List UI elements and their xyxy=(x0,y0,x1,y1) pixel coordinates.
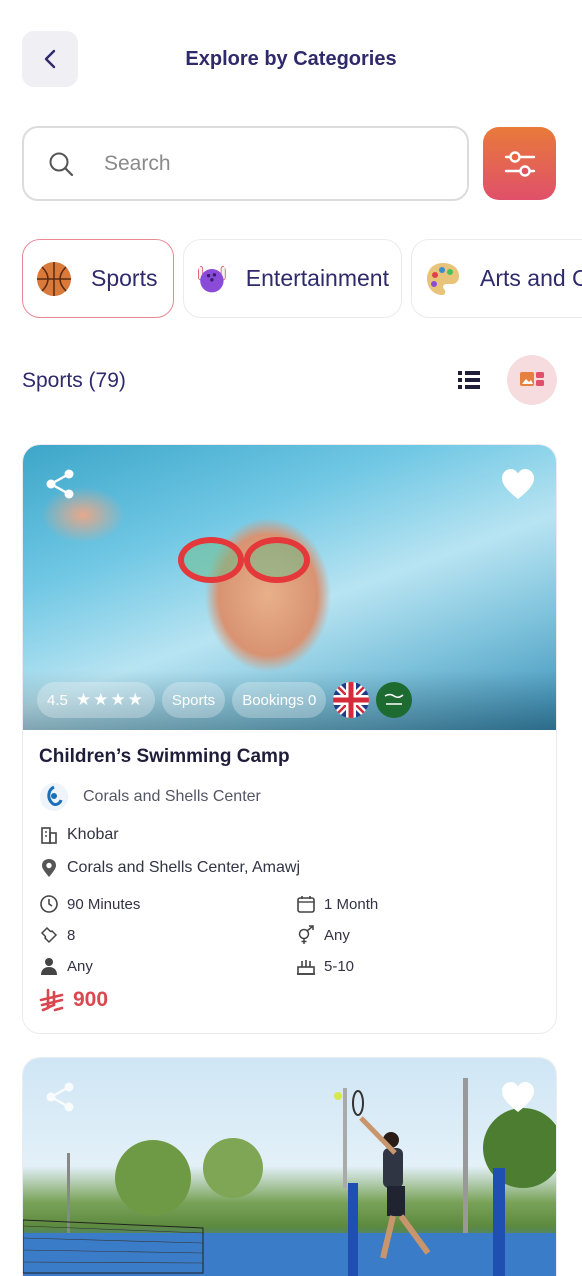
basketball-icon xyxy=(37,261,71,296)
location-text: Corals and Shells Center, Amawj xyxy=(67,859,300,876)
provider-name: Corals and Shells Center xyxy=(83,788,261,805)
riyal-symbol-icon xyxy=(39,988,64,1012)
person-icon xyxy=(41,958,57,975)
card-body: Children’s Swimming Camp Corals and Shel… xyxy=(23,730,556,1012)
activity-card[interactable]: 4.5 ★★★★ Sports Bookings 0 Children’s Sw… xyxy=(22,444,557,1034)
duration-item: 90 Minutes xyxy=(39,894,296,914)
list-view-icon[interactable] xyxy=(456,367,482,393)
category-chip-entertainment[interactable]: Entertainment xyxy=(183,239,402,318)
share-icon[interactable] xyxy=(43,1080,77,1114)
filter-button[interactable] xyxy=(483,127,556,200)
ticket-icon xyxy=(40,926,58,944)
provider[interactable]: Corals and Shells Center xyxy=(39,782,540,812)
activity-image: 4.5 ★★★★ Sports Bookings 0 xyxy=(23,445,556,730)
gender-item: Any xyxy=(296,925,536,945)
category-chips: Sports Entertainment Arts and Cr xyxy=(22,239,582,318)
bookings-badge: Bookings 0 xyxy=(232,682,327,718)
age-text: 5-10 xyxy=(324,957,355,975)
activity-image xyxy=(23,1058,556,1276)
period-item: 1 Month xyxy=(296,894,536,914)
category-badge: Sports xyxy=(161,682,226,718)
calendar-icon xyxy=(297,896,315,913)
provider-logo-icon xyxy=(40,783,68,811)
rating-stars: ★★★★ xyxy=(75,690,145,709)
bowling-icon xyxy=(198,265,226,292)
palette-icon xyxy=(427,262,459,295)
age-item: 5-10 xyxy=(296,956,536,976)
gender-text: Any xyxy=(324,926,350,944)
rating-value: 4.5 xyxy=(47,691,68,709)
tennis-scene xyxy=(23,1078,556,1276)
goggles-decoration xyxy=(178,537,244,583)
saudi-flag-icon xyxy=(376,682,413,718)
audience-item: Any xyxy=(39,956,296,976)
sliders-icon xyxy=(504,150,535,177)
building-icon xyxy=(41,827,57,844)
uk-flag-icon xyxy=(333,682,370,718)
city-row: Khobar xyxy=(39,825,540,845)
city-text: Khobar xyxy=(67,826,119,843)
location-row[interactable]: Corals and Shells Center, Amawj xyxy=(39,858,540,878)
search-input[interactable] xyxy=(104,151,424,176)
sessions-item: 8 xyxy=(39,925,296,945)
category-chip-label: Arts and Cr xyxy=(480,265,582,291)
sessions-text: 8 xyxy=(67,926,76,944)
details-grid: 90 Minutes 1 Month 8 Any Any 5-10 xyxy=(39,894,540,976)
gender-icon xyxy=(298,925,314,944)
category-chip-arts[interactable]: Arts and Cr xyxy=(411,239,582,318)
list-title: Sports (79) xyxy=(22,369,126,392)
goggles-decoration xyxy=(244,537,310,583)
card-view-button[interactable] xyxy=(507,355,557,405)
share-icon[interactable] xyxy=(43,467,77,501)
price: 900 xyxy=(39,988,540,1012)
search-box[interactable] xyxy=(22,126,469,201)
audience-text: Any xyxy=(67,957,93,975)
category-chip-sports[interactable]: Sports xyxy=(22,239,174,318)
clock-icon xyxy=(40,895,58,913)
page-title: Explore by Categories xyxy=(185,48,397,70)
activity-title: Children’s Swimming Camp xyxy=(39,746,290,767)
category-chip-label: Entertainment xyxy=(245,265,389,291)
rating-badge: 4.5 ★★★★ xyxy=(37,682,155,718)
period-text: 1 Month xyxy=(324,895,379,913)
price-value: 900 xyxy=(73,988,109,1011)
duration-text: 90 Minutes xyxy=(67,895,141,913)
heart-icon[interactable] xyxy=(500,467,536,501)
image-badges: 4.5 ★★★★ Sports Bookings 0 xyxy=(37,682,413,718)
heart-icon[interactable] xyxy=(500,1080,536,1114)
cake-icon xyxy=(297,960,315,975)
image-grid-icon xyxy=(520,372,544,386)
search-icon xyxy=(49,152,74,176)
category-chip-label: Sports xyxy=(91,265,158,291)
location-pin-icon xyxy=(42,859,56,877)
activity-card[interactable] xyxy=(22,1057,557,1276)
